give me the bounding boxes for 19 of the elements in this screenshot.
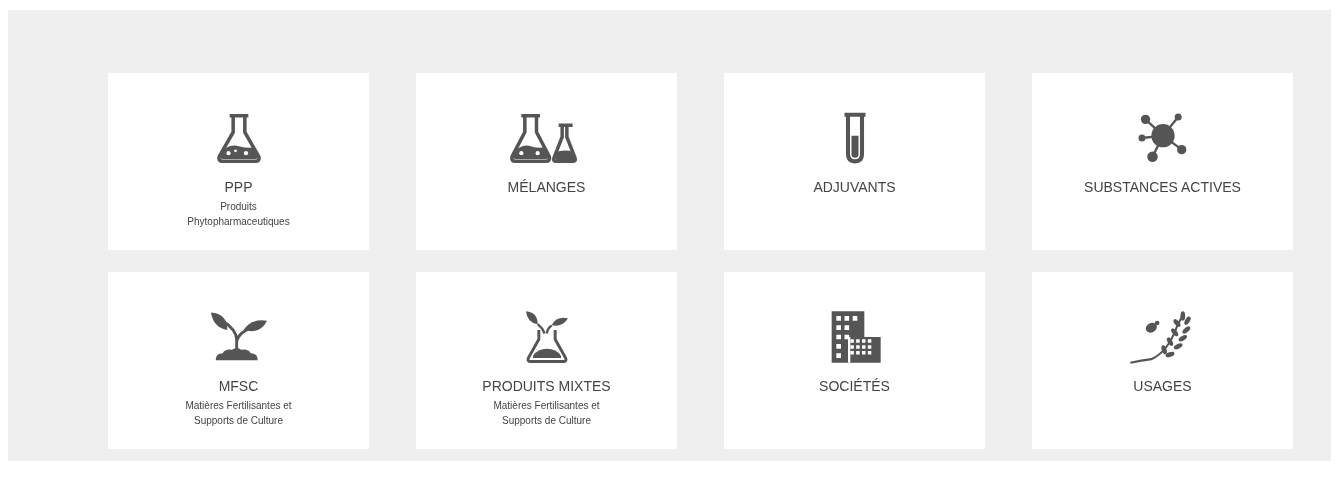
card-subtitle: Matières Fertilisantes et Supports de Culture [493, 399, 600, 428]
card-title: MÉLANGES [507, 178, 586, 196]
card-title: PRODUITS MIXTES [482, 377, 611, 395]
card-title: USAGES [1133, 377, 1192, 395]
category-card[interactable]: PPP Produits Phytopharmaceutiques [108, 73, 369, 250]
card-subtitle: Produits Phytopharmaceutiques [187, 200, 290, 229]
category-card[interactable]: PRODUITS MIXTES Matières Fertilisantes et Supports de Culture [416, 272, 677, 449]
card-subtitle: Matières Fertilisantes et Supports de Culture [185, 399, 292, 428]
category-card[interactable]: SOCIÉTÉS [724, 272, 985, 449]
card-title: PPP [224, 178, 253, 196]
category-card[interactable]: USAGES [1032, 272, 1293, 449]
category-card[interactable]: MÉLANGES [416, 73, 677, 250]
category-card[interactable]: MFSC Matières Fertilisantes et Supports de Culture [108, 272, 369, 449]
card-title: SUBSTANCES ACTIVES [1084, 178, 1241, 196]
card-title: MFSC [218, 377, 259, 395]
category-card[interactable]: ADJUVANTS [724, 73, 985, 250]
card-title: SOCIÉTÉS [819, 377, 890, 395]
card-title: ADJUVANTS [813, 178, 896, 196]
category-card[interactable]: SUBSTANCES ACTIVES [1032, 73, 1293, 250]
